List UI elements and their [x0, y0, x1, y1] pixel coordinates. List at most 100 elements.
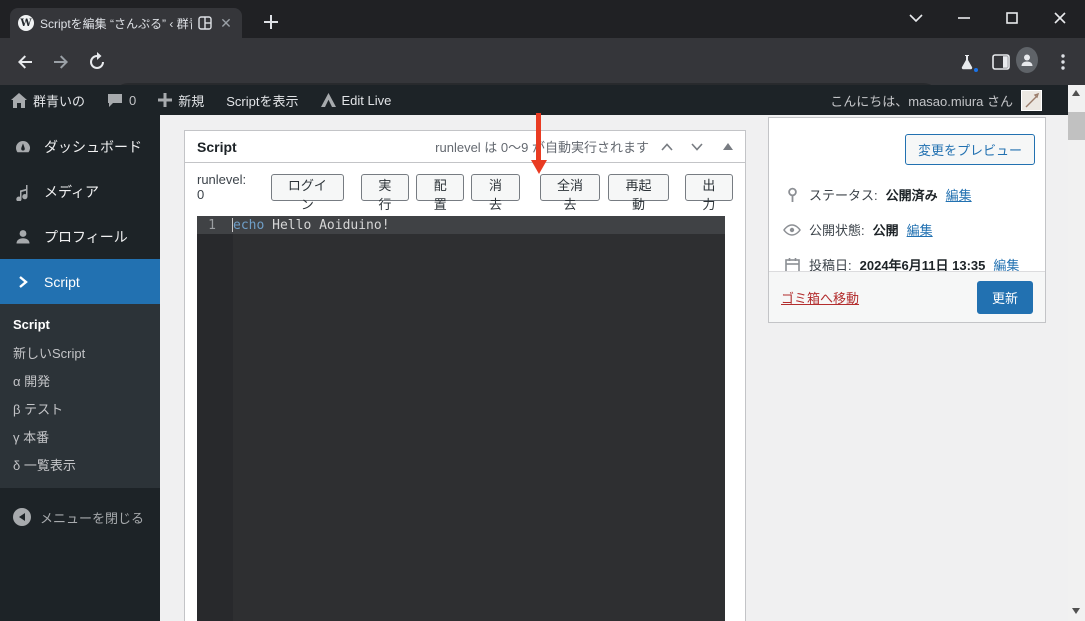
status-row: ステータス: 公開済み 編集	[769, 177, 1045, 212]
script-metabox-header[interactable]: Script runlevel は 0〜9 が自動実行されます	[185, 131, 745, 163]
edit-live-label: Edit Live	[342, 93, 392, 108]
admin-bar-account[interactable]: こんにちは、masao.miura さん	[830, 90, 1068, 111]
chevron-right-icon	[13, 275, 33, 289]
greeting-text: こんにちは、masao.miura さん	[830, 91, 1013, 110]
edit-visibility-link[interactable]: 編集	[907, 220, 933, 239]
browser-menu-icon[interactable]	[1052, 51, 1074, 73]
status-value: 公開済み	[886, 185, 938, 204]
scrollbar-down-arrow[interactable]	[1072, 608, 1080, 614]
comment-count: 0	[129, 93, 136, 108]
update-button[interactable]: 更新	[977, 281, 1033, 314]
sidebar-item-dashboard[interactable]: ダッシュボード	[0, 124, 160, 169]
run-button[interactable]: 実行	[361, 174, 409, 201]
login-button[interactable]: ログイン	[271, 174, 344, 201]
status-label: ステータス:	[809, 185, 878, 204]
browser-titlebar: W Scriptを編集 “さんぷる” ‹ 群青 ✕	[0, 0, 1085, 38]
media-icon	[13, 183, 33, 201]
toggle-panel-icon[interactable]	[723, 143, 733, 150]
main-content: Script runlevel は 0〜9 が自動実行されます runlevel…	[160, 115, 1068, 621]
sidebar-label: ダッシュボード	[44, 137, 142, 157]
move-down-icon[interactable]	[685, 143, 709, 151]
collapse-arrow-icon	[13, 508, 31, 526]
admin-bar-edit-live[interactable]: Edit Live	[310, 85, 403, 115]
sidebar-label: Script	[44, 274, 80, 290]
submenu-item-delta-list[interactable]: δ 一覧表示	[0, 450, 160, 478]
code-editor[interactable]: 1 echo Hello Aoiduino!	[197, 216, 725, 621]
home-icon	[11, 93, 27, 108]
sidebar-label: メディア	[44, 182, 99, 202]
view-script-label: Scriptを表示	[226, 91, 298, 110]
admin-bar-view-script[interactable]: Scriptを表示	[215, 85, 309, 115]
scrollbar-up-arrow[interactable]	[1072, 90, 1080, 96]
runlevel-value: runlevel: 0	[197, 172, 253, 202]
window-close-button[interactable]	[1049, 4, 1071, 32]
edit-status-link[interactable]: 編集	[946, 185, 972, 204]
submenu-item-gamma-prod[interactable]: γ 本番	[0, 422, 160, 450]
submenu-item-new-script[interactable]: 新しいScript	[0, 338, 160, 366]
code-line-1: 1 echo Hello Aoiduino!	[197, 216, 725, 234]
code-keyword: echo	[233, 218, 264, 233]
deploy-button[interactable]: 配置	[416, 174, 464, 201]
output-button[interactable]: 出力	[685, 174, 733, 201]
publish-metabox: 変更をプレビュー ステータス: 公開済み 編集 公開状態: 公開	[768, 117, 1046, 323]
side-panel-icon[interactable]	[990, 51, 1012, 73]
user-avatar	[1021, 90, 1042, 111]
browser-tab[interactable]: W Scriptを編集 “さんぷる” ‹ 群青 ✕	[10, 8, 242, 38]
back-icon[interactable]	[14, 51, 36, 73]
script-metabox: Script runlevel は 0〜9 が自動実行されます runlevel…	[184, 130, 746, 621]
submenu-item-script[interactable]: Script	[0, 310, 160, 338]
scrollbar-thumb[interactable]	[1068, 112, 1085, 140]
script-submenu: Script 新しいScript α 開発 β テスト γ 本番 δ 一覧表示	[0, 304, 160, 488]
experiments-beaker-icon[interactable]	[956, 51, 978, 73]
tab-search-chevron-icon[interactable]	[905, 4, 927, 32]
editor-gutter	[197, 216, 233, 621]
submenu-item-beta-test[interactable]: β テスト	[0, 394, 160, 422]
browser-profile-avatar[interactable]	[1016, 49, 1038, 71]
tab-grid-icon[interactable]	[198, 16, 212, 30]
reload-icon[interactable]	[86, 51, 108, 73]
sidebar-item-profile[interactable]: プロフィール	[0, 214, 160, 259]
site-name: 群青いの	[33, 91, 85, 110]
sidebar-item-script[interactable]: Script	[0, 259, 160, 304]
metabox-title: Script	[197, 139, 237, 155]
reboot-button[interactable]: 再起動	[608, 174, 668, 201]
forward-icon[interactable]	[50, 51, 72, 73]
eye-icon	[783, 224, 801, 236]
page-viewport: ダッシュボード メディア プロフィール Script Script 新しいScr…	[0, 115, 1068, 621]
comment-icon	[107, 93, 123, 108]
runlevel-hint: runlevel は 0〜9 が自動実行されます	[435, 137, 649, 156]
new-label: 新規	[178, 91, 204, 110]
browser-toolbar: ino.gunjou.co.jp/wp-admin/post.php?post=…	[0, 38, 1085, 85]
line-number: 1	[197, 218, 225, 233]
wordpress-favicon-icon: W	[18, 15, 34, 31]
submenu-item-alpha-dev[interactable]: α 開発	[0, 366, 160, 394]
window-minimize-button[interactable]	[953, 4, 975, 32]
plus-icon	[158, 93, 172, 107]
collapse-menu-button[interactable]: メニューを閉じる	[0, 500, 160, 534]
sidebar-item-media[interactable]: メディア	[0, 169, 160, 214]
admin-sidebar: ダッシュボード メディア プロフィール Script Script 新しいScr…	[0, 115, 160, 621]
move-to-trash-link[interactable]: ゴミ箱へ移動	[781, 288, 859, 307]
new-tab-button[interactable]	[262, 13, 280, 31]
admin-bar-comments[interactable]: 0	[96, 85, 147, 115]
tab-title: Scriptを編集 “さんぷる” ‹ 群青	[40, 15, 192, 32]
admin-bar-new[interactable]: 新規	[147, 85, 215, 115]
beaker-badge	[972, 66, 980, 74]
clear-button[interactable]: 消去	[471, 174, 519, 201]
clear-all-button[interactable]: 全消去	[540, 174, 600, 201]
dashboard-gauge-icon	[13, 138, 33, 156]
window-maximize-button[interactable]	[1001, 4, 1023, 32]
sidebar-label: プロフィール	[44, 227, 128, 247]
move-up-icon[interactable]	[655, 143, 679, 151]
publishing-actions: ゴミ箱へ移動 更新	[769, 271, 1045, 322]
page-scrollbar[interactable]	[1068, 85, 1085, 621]
visibility-value: 公開	[873, 220, 899, 239]
tab-close-icon[interactable]: ✕	[218, 15, 234, 31]
preview-changes-button[interactable]: 変更をプレビュー	[905, 134, 1035, 165]
admin-bar-site-menu[interactable]: 群青いの	[0, 85, 96, 115]
profile-person-icon	[13, 228, 33, 246]
collapse-menu-label: メニューを閉じる	[40, 508, 144, 527]
script-toolbar: runlevel: 0 ログイン 実行 配置 消去 全消去 再起動 出力	[185, 163, 745, 201]
code-text: Hello Aoiduino!	[264, 218, 389, 233]
edit-live-icon	[321, 93, 336, 107]
